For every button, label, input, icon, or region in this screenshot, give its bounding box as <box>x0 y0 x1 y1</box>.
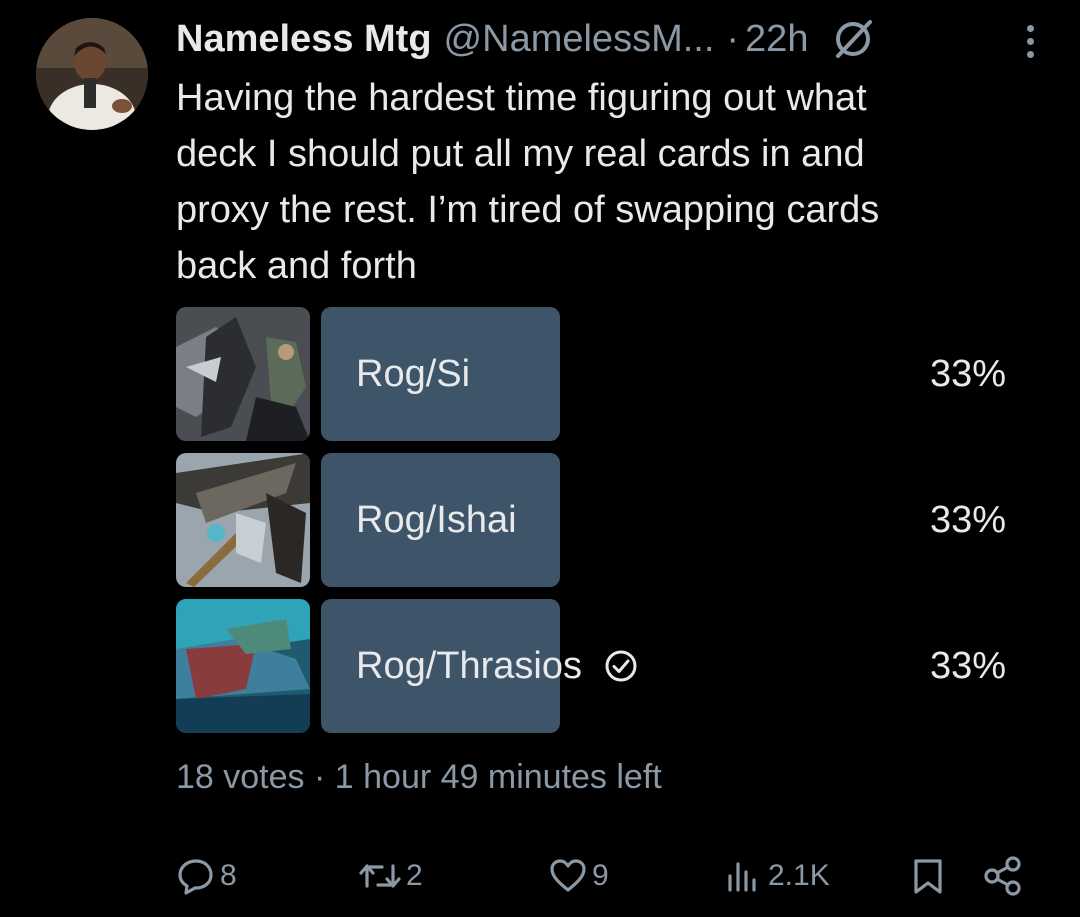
poll-meta: 18 votes · 1 hour 49 minutes left <box>176 758 662 797</box>
poll-option-percent: 33% <box>929 352 1006 395</box>
avatar[interactable] <box>36 18 148 130</box>
check-circle-icon <box>604 649 638 683</box>
poll-option: Rog/Ishai 33% <box>176 453 1016 587</box>
like-count: 9 <box>592 859 609 892</box>
repost-button[interactable]: 2 <box>358 848 423 904</box>
poll-time-left: 1 hour 49 minutes left <box>334 758 662 796</box>
more-icon[interactable] <box>1020 18 1040 64</box>
grok-icon[interactable] <box>830 16 876 62</box>
poll-option-label-text: Rog/Thrasios <box>356 644 582 687</box>
poll-option: Rog/Thrasios 33% <box>176 599 1016 733</box>
poll-option-image <box>176 599 310 733</box>
author-handle[interactable]: @NamelessM... <box>444 18 715 61</box>
tweet-text: Having the hardest time figuring out wha… <box>176 77 880 287</box>
bookmark-button[interactable] <box>908 848 948 904</box>
poll-option-image <box>176 453 310 587</box>
poll: Rog/Si 33% Rog/Ishai 33% Rog/Thrasios 33… <box>176 307 1016 745</box>
reply-count: 8 <box>220 859 237 892</box>
like-button[interactable]: 9 <box>548 848 609 904</box>
poll-option: Rog/Si 33% <box>176 307 1016 441</box>
share-button[interactable] <box>982 848 1024 904</box>
reply-icon <box>178 859 213 895</box>
tweet-header: Nameless Mtg @NamelessM... · 22h <box>176 14 1050 64</box>
poll-option-label: Rog/Thrasios <box>356 599 638 733</box>
poll-option-label: Rog/Si <box>356 352 471 395</box>
views-icon <box>728 862 756 892</box>
timestamp[interactable]: 22h <box>745 18 808 61</box>
separator-dot: · <box>726 17 740 60</box>
views-button[interactable]: 2.1K <box>724 848 830 904</box>
poll-meta-separator: · <box>313 758 326 796</box>
poll-option-image <box>176 307 310 441</box>
bookmark-icon <box>914 859 942 894</box>
poll-option-label: Rog/Ishai <box>356 498 517 541</box>
poll-votes: 18 votes <box>176 758 305 796</box>
share-icon <box>984 856 1021 896</box>
poll-option-percent: 33% <box>929 644 1006 687</box>
action-bar: 8 2 9 2.1K <box>176 848 1036 904</box>
poll-option-percent: 33% <box>929 498 1006 541</box>
author-name[interactable]: Nameless Mtg <box>176 18 432 61</box>
views-count: 2.1K <box>768 859 830 892</box>
repost-count: 2 <box>406 859 423 892</box>
reply-button[interactable]: 8 <box>176 848 237 904</box>
repost-icon <box>359 864 401 888</box>
like-icon <box>550 859 586 892</box>
